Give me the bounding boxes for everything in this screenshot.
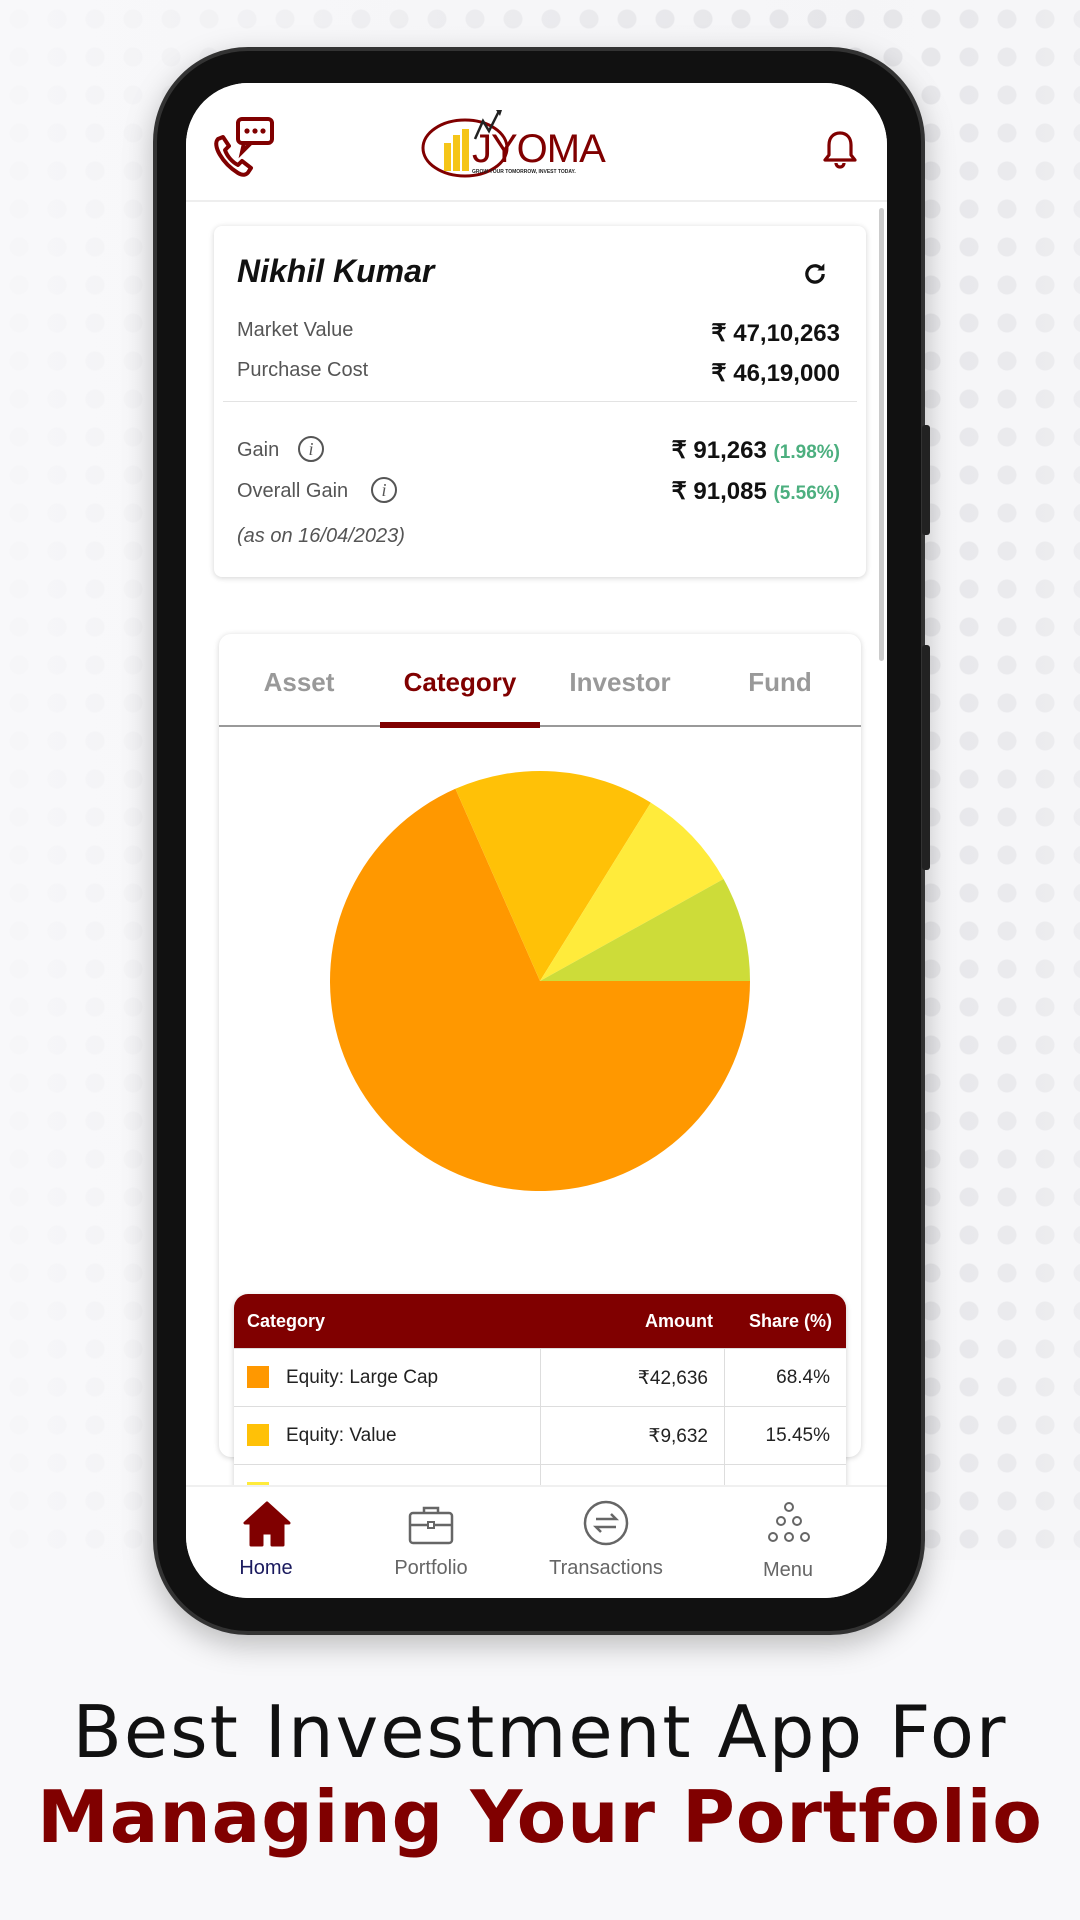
headline-line2: Managing Your Portfolio	[37, 1775, 1043, 1859]
table-header: Category Amount Share (%)	[234, 1294, 846, 1348]
tab-fund[interactable]: Fund	[700, 667, 860, 698]
transfer-icon	[583, 1500, 629, 1546]
tab-divider	[219, 725, 861, 727]
bell-icon[interactable]	[822, 129, 858, 169]
color-swatch	[247, 1424, 269, 1446]
bottom-nav: Home Portfolio Transactions Menu	[186, 1485, 887, 1598]
nav-home[interactable]: Home	[186, 1487, 346, 1598]
info-icon[interactable]: i	[371, 477, 397, 503]
color-swatch	[247, 1366, 269, 1388]
nav-portfolio[interactable]: Portfolio	[351, 1487, 511, 1598]
nav-transactions[interactable]: Transactions	[526, 1487, 686, 1598]
dots-icon	[768, 1502, 810, 1542]
allocation-card: Asset Category Investor Fund Category Am…	[219, 634, 861, 1522]
jyoma-logo: JYOMA GROW YOUR TOMORROW, INVEST TODAY.	[420, 109, 606, 179]
portfolio-summary-card: Nikhil Kumar Market Value ₹ 47,10,263 Pu…	[214, 226, 866, 577]
scrollbar[interactable]	[879, 208, 884, 661]
active-tab-indicator	[380, 722, 540, 728]
power-button	[922, 645, 930, 870]
briefcase-icon	[408, 1506, 454, 1545]
phone-chat-icon[interactable]	[210, 117, 276, 179]
as-on-date: (as on 16/04/2023)	[237, 525, 405, 547]
tab-investor[interactable]: Investor	[540, 667, 700, 698]
divider	[223, 401, 857, 402]
investor-name: Nikhil Kumar	[237, 253, 435, 289]
nav-menu[interactable]: Menu	[708, 1487, 868, 1598]
headline-line1: Best Investment App For	[72, 1690, 1008, 1774]
tab-asset[interactable]: Asset	[219, 667, 379, 698]
volume-button	[922, 425, 930, 535]
app-screen: JYOMA GROW YOUR TOMORROW, INVEST TODAY. …	[186, 83, 887, 1598]
app-header: JYOMA GROW YOUR TOMORROW, INVEST TODAY.	[186, 83, 887, 202]
home-icon	[243, 1501, 291, 1547]
info-icon[interactable]: i	[298, 436, 324, 462]
refresh-icon[interactable]	[801, 260, 829, 288]
tab-category[interactable]: Category	[380, 667, 540, 698]
category-pie-chart	[330, 771, 750, 1191]
